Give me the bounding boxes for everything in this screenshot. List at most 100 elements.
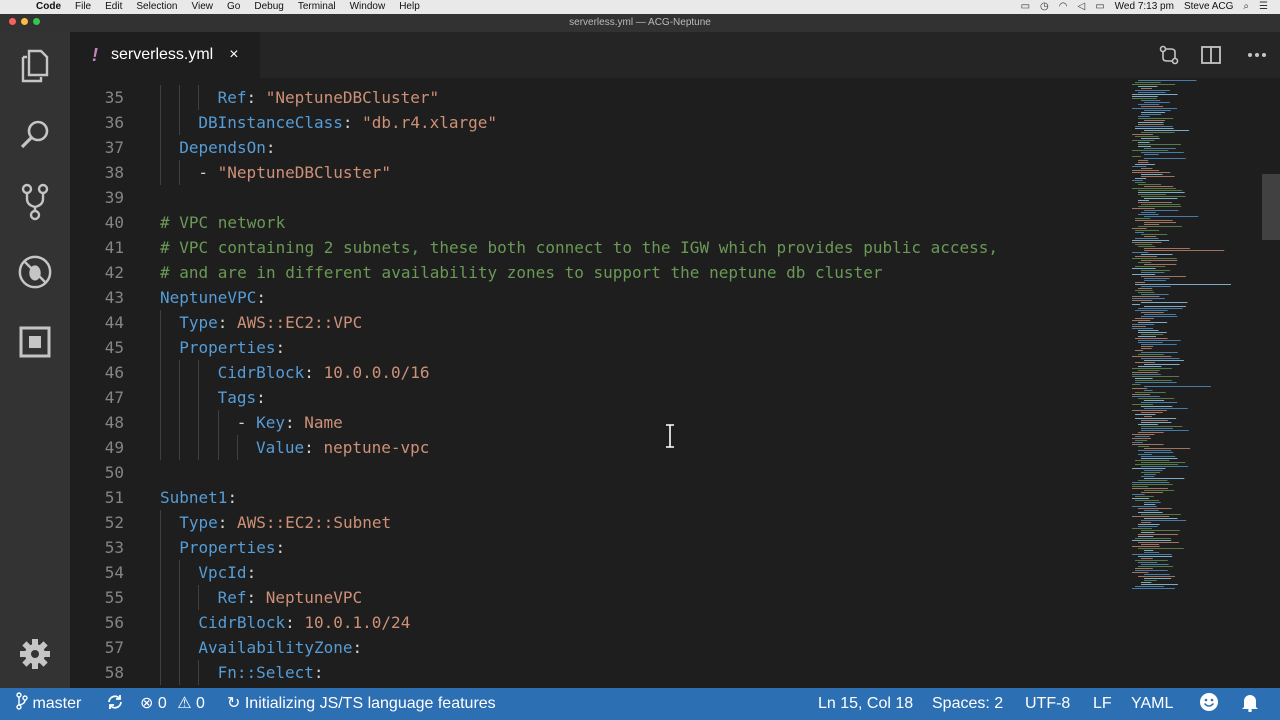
code-line[interactable]: 42 # and are in different availability zo…	[70, 260, 1120, 285]
close-window-button[interactable]	[9, 18, 16, 25]
tab-serverless-yml[interactable]: ! serverless.yml ×	[70, 32, 260, 78]
minimap-line	[1141, 522, 1152, 523]
minimap-line	[1138, 246, 1156, 247]
code-line[interactable]: 52 Type: AWS::EC2::Subnet	[70, 510, 1120, 535]
menu-view[interactable]: View	[192, 0, 214, 14]
code-line[interactable]: 49 Value: neptune-vpc	[70, 435, 1120, 460]
code-line[interactable]: 41 # VPC containing 2 subnets, these both…	[70, 235, 1120, 260]
minimize-window-button[interactable]	[21, 18, 28, 25]
minimap-line	[1132, 388, 1148, 389]
code-line[interactable]: 36 DBInstanceClass: "db.r4.xlarge"	[70, 110, 1120, 135]
code-line[interactable]: 51 Subnet1:	[70, 485, 1120, 510]
sync-icon[interactable]	[106, 688, 124, 720]
task-status[interactable]: ↻ Initializing JS/TS language features	[227, 688, 496, 720]
minimap-line	[1144, 360, 1184, 361]
code-token: :	[246, 88, 266, 107]
files-icon[interactable]	[17, 48, 53, 84]
feedback-icon[interactable]	[1199, 688, 1219, 720]
code-line[interactable]: 43 NeptuneVPC:	[70, 285, 1120, 310]
gear-icon[interactable]	[17, 636, 53, 672]
code-line[interactable]: 35 Ref: "NeptuneDBCluster"	[70, 85, 1120, 110]
menu-debug[interactable]: Debug	[254, 0, 283, 14]
screen-icon[interactable]: ▭	[1021, 0, 1030, 14]
line-number: 38	[104, 163, 124, 182]
search-icon[interactable]	[17, 116, 53, 152]
code-line[interactable]: 47 Tags:	[70, 385, 1120, 410]
minimap-line	[1144, 224, 1160, 225]
code-line[interactable]: 58 Fn::Select:	[70, 660, 1120, 685]
zoom-window-button[interactable]	[33, 18, 40, 25]
menu-help[interactable]: Help	[399, 0, 420, 14]
clock[interactable]: Wed 7:13 pm	[1115, 0, 1174, 14]
problems-indicator[interactable]: ⊗ 0 ⚠ 0	[140, 688, 205, 720]
minimap[interactable]	[1130, 78, 1255, 608]
split-editor-icon[interactable]	[1200, 44, 1222, 66]
open-changes-icon[interactable]	[1158, 44, 1180, 66]
spotlight-icon[interactable]: ⌕	[1243, 0, 1249, 14]
source-control-icon[interactable]	[17, 183, 53, 221]
extensions-icon[interactable]	[17, 324, 53, 360]
code-text: Properties:	[179, 335, 285, 360]
line-number: 52	[104, 513, 124, 532]
menu-selection[interactable]: Selection	[136, 0, 177, 14]
code-line[interactable]: 57 AvailabilityZone:	[70, 635, 1120, 660]
minimap-line	[1141, 138, 1160, 139]
menu-app[interactable]: Code	[36, 0, 61, 14]
minimap-line	[1141, 584, 1178, 585]
encoding[interactable]: UTF-8	[1025, 688, 1070, 720]
code-line[interactable]: 55 Ref: NeptuneVPC	[70, 585, 1120, 610]
indentation[interactable]: Spaces: 2	[932, 688, 1003, 720]
bell-icon[interactable]	[1241, 688, 1259, 720]
code-line[interactable]: 48 - Key: Name	[70, 410, 1120, 435]
code-line[interactable]: 37 DependsOn:	[70, 135, 1120, 160]
code-line[interactable]: 44 Type: AWS::EC2::VPC	[70, 310, 1120, 335]
minimap-line	[1138, 308, 1183, 309]
wifi-icon[interactable]: ◠	[1059, 0, 1068, 14]
menu-file[interactable]: File	[75, 0, 91, 14]
menu-go[interactable]: Go	[227, 0, 240, 14]
code-line[interactable]: 45 Properties:	[70, 335, 1120, 360]
menu-edit[interactable]: Edit	[105, 0, 122, 14]
menu-terminal[interactable]: Terminal	[298, 0, 336, 14]
minimap-line	[1138, 542, 1179, 543]
code-token: :	[285, 613, 305, 632]
code-line[interactable]: 40 # VPC network	[70, 210, 1120, 235]
language-mode[interactable]: YAML	[1131, 688, 1173, 720]
minimap-line	[1141, 582, 1152, 583]
minimap-line	[1138, 556, 1173, 557]
spinner-icon: ↻	[227, 695, 241, 712]
git-branch[interactable]: master	[16, 688, 81, 720]
more-actions-icon[interactable]	[1246, 44, 1268, 66]
code-line[interactable]: 53 Properties:	[70, 535, 1120, 560]
user-name[interactable]: Steve ACG	[1184, 0, 1233, 14]
minimap-line	[1132, 438, 1152, 439]
debug-icon[interactable]	[17, 254, 53, 290]
cursor-position[interactable]: Ln 15, Col 18	[818, 688, 913, 720]
code-token: # VPC network	[160, 213, 286, 232]
minimap-line	[1135, 136, 1159, 137]
code-line[interactable]: 54 VpcId:	[70, 560, 1120, 585]
code-editor[interactable]: 35 Ref: "NeptuneDBCluster" 36 DBInstanceCla…	[70, 80, 1280, 688]
line-ending[interactable]: LF	[1093, 688, 1112, 720]
timemachine-icon[interactable]: ◷	[1040, 0, 1049, 14]
minimap-line	[1144, 186, 1174, 187]
line-number: 54	[104, 563, 124, 582]
code-line[interactable]: 50	[70, 460, 1120, 485]
code-line[interactable]: 38 - "NeptuneDBCluster"	[70, 160, 1120, 185]
battery-icon[interactable]: ▭	[1095, 0, 1104, 14]
minimap-line	[1138, 226, 1182, 227]
menu-window[interactable]: Window	[350, 0, 386, 14]
minimap-line	[1141, 196, 1186, 197]
line-number: 55	[104, 588, 124, 607]
volume-icon[interactable]: ◁	[1078, 0, 1086, 14]
close-tab-button[interactable]: ×	[229, 46, 238, 64]
code-line[interactable]: 39	[70, 185, 1120, 210]
code-line[interactable]: 46 CidrBlock: 10.0.0.0/16	[70, 360, 1120, 385]
code-text: - "NeptuneDBCluster"	[198, 160, 391, 185]
minimap-line	[1144, 452, 1174, 453]
minimap-line	[1138, 184, 1162, 185]
editor-scrollbar[interactable]	[1262, 174, 1280, 240]
code-line[interactable]: 56 CidrBlock: 10.0.1.0/24	[70, 610, 1120, 635]
minimap-line	[1138, 342, 1163, 343]
notification-center-icon[interactable]: ☰	[1259, 0, 1268, 14]
